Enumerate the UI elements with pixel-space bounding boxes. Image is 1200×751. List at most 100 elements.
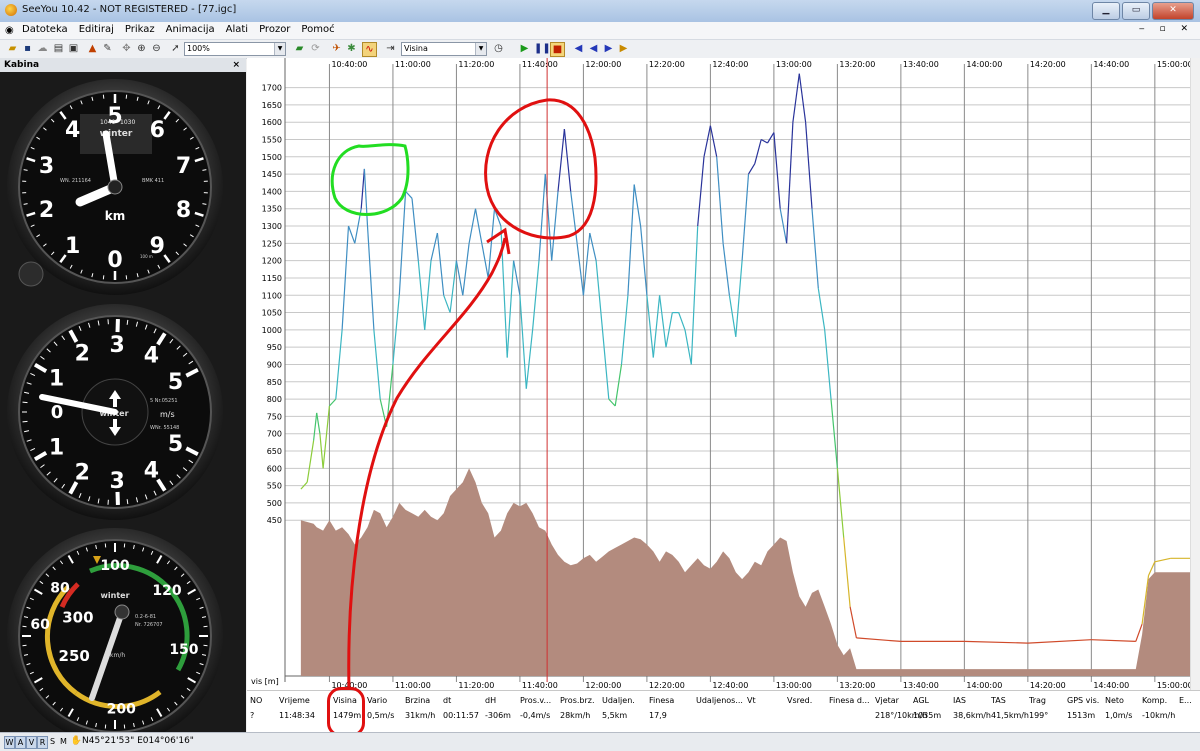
info-header[interactable]: TAS <box>991 696 1006 705</box>
cloud-icon[interactable]: ☁ <box>36 42 49 55</box>
x-tick-label-top: 10:40:00 <box>331 60 367 69</box>
x-tick-label-bottom: 12:40:00 <box>712 681 748 690</box>
altitude-segment <box>628 185 634 296</box>
menu-item-pomoć[interactable]: Pomoć <box>301 24 334 35</box>
maximize-button[interactable]: ▭ <box>1122 2 1150 20</box>
menu-item-animacija[interactable]: Animacija <box>166 24 215 35</box>
reload-icon[interactable]: ⟳ <box>309 42 322 55</box>
mdi-controls[interactable]: ‒ ▫ ✕ <box>1139 24 1194 34</box>
y-tick-label: 1000 <box>262 326 282 335</box>
step-back-icon[interactable]: ◀ <box>572 42 585 55</box>
altitude-segment <box>444 295 450 312</box>
vario-zero: 0 <box>51 402 64 423</box>
play-icon[interactable]: ▶ <box>518 42 531 55</box>
chevron-down-icon[interactable]: ▼ <box>274 43 285 55</box>
info-header[interactable]: Vjetar <box>875 696 899 705</box>
x-tick-label-bottom: 11:00:00 <box>395 681 431 690</box>
zoom-value: 100% <box>187 44 210 53</box>
open-file-icon[interactable]: ▰ <box>293 42 306 55</box>
pause-icon[interactable]: ❚❚ <box>534 42 547 55</box>
menu-item-alati[interactable]: Alati <box>226 24 248 35</box>
prev-icon[interactable]: ◀ <box>587 42 600 55</box>
info-header[interactable]: GPS vis. <box>1067 696 1099 705</box>
info-header[interactable]: Pros.v... <box>520 696 551 705</box>
mode-button-v[interactable]: V <box>26 736 37 749</box>
menu-item-prikaz[interactable]: Prikaz <box>125 24 155 35</box>
pan-icon[interactable]: ✥ <box>120 42 133 55</box>
glider-icon[interactable]: ✈ <box>330 42 343 55</box>
settings-icon[interactable]: ✱ <box>345 42 358 55</box>
parameter-combo[interactable]: Visina ▼ <box>401 42 487 56</box>
y-tick-label: 1700 <box>262 84 282 93</box>
status-bar: WAVRSM ✋ N45°21'53" E014°06'16" <box>0 732 1200 751</box>
print-icon[interactable]: ▤ <box>52 42 65 55</box>
mode-button-m[interactable]: M <box>59 736 68 747</box>
info-header[interactable]: dt <box>443 696 451 705</box>
clock-icon[interactable]: ◷ <box>492 42 505 55</box>
info-header[interactable]: Finesa d... <box>829 696 870 705</box>
barogram-chart-area[interactable]: 4505005506006507007508008509009501000105… <box>247 58 1200 732</box>
info-header[interactable]: Neto <box>1105 696 1124 705</box>
barogram-chart[interactable]: 4505005506006507007508008509009501000105… <box>247 58 1191 690</box>
parameter-icon[interactable]: ⇥ <box>384 42 397 55</box>
x-tick-label-top: 12:20:00 <box>649 60 685 69</box>
zoom-out-icon[interactable]: ⊖ <box>150 42 163 55</box>
document-icon[interactable]: ◉ <box>5 25 14 36</box>
vario-label: 4 <box>144 344 159 369</box>
info-header[interactable]: Pros.brz. <box>560 696 595 705</box>
altitude-segment <box>1136 624 1142 641</box>
info-header[interactable]: Brzina <box>405 696 430 705</box>
info-header[interactable]: Vt <box>747 696 756 705</box>
print-preview-icon[interactable]: ▣ <box>67 42 80 55</box>
stop-icon[interactable]: ■ <box>550 42 565 57</box>
next-icon[interactable]: ▶ <box>602 42 615 55</box>
info-header[interactable]: NO <box>250 696 262 705</box>
info-header[interactable]: Vsred. <box>787 696 812 705</box>
info-header[interactable]: Vrijeme <box>279 696 310 705</box>
step-forward-icon[interactable]: ▶ <box>617 42 630 55</box>
info-header[interactable]: dH <box>485 696 496 705</box>
minimize-button[interactable]: ▁ <box>1092 2 1120 20</box>
y-tick-label: 1250 <box>262 239 282 248</box>
waypoint-icon[interactable]: ▲ <box>86 42 99 55</box>
vario-gauge: 1122334455 winter 5 Nr.05251 m/s WNr. 55… <box>7 304 223 520</box>
zoom-in-icon[interactable]: ⊕ <box>135 42 148 55</box>
altitude-segment <box>710 126 716 157</box>
info-header[interactable]: Vario <box>367 696 387 705</box>
mode-button-r[interactable]: R <box>37 736 48 749</box>
x-tick-label-top: 14:00:00 <box>966 60 1002 69</box>
info-header[interactable]: Finesa <box>649 696 674 705</box>
altitude-segment <box>844 538 850 607</box>
info-header[interactable]: Udaljen. <box>602 696 635 705</box>
zoom-combo[interactable]: 100% ▼ <box>184 42 286 56</box>
barogram-icon[interactable]: ∿ <box>362 42 377 57</box>
info-header[interactable]: E... <box>1179 696 1192 705</box>
panel-close-icon[interactable]: × <box>232 58 240 72</box>
info-header[interactable]: Visina <box>333 696 357 705</box>
airspeed-label: 100 <box>100 558 129 574</box>
info-header[interactable]: Trag <box>1029 696 1046 705</box>
mode-button-a[interactable]: A <box>15 736 26 749</box>
altitude-segment <box>539 174 545 261</box>
save-icon[interactable]: ▪ <box>21 42 34 55</box>
y-tick-label: 1150 <box>262 274 282 283</box>
info-header[interactable]: AGL <box>913 696 929 705</box>
info-header[interactable]: Komp. <box>1142 696 1167 705</box>
altitude-segment <box>736 261 742 337</box>
altitude-segment <box>526 330 532 389</box>
help-pointer-icon[interactable]: ➚ <box>169 42 182 55</box>
menu-item-prozor[interactable]: Prozor <box>259 24 290 35</box>
close-button[interactable]: ✕ <box>1152 2 1194 20</box>
window-controls: ▁ ▭ ✕ <box>1092 2 1194 19</box>
menu-item-datoteka[interactable]: Datoteka <box>22 24 68 35</box>
info-header[interactable]: IAS <box>953 696 966 705</box>
chevron-down-icon[interactable]: ▼ <box>475 43 486 55</box>
vertical-scrollbar[interactable] <box>1190 58 1200 690</box>
mode-button-s[interactable]: S <box>48 736 57 747</box>
open-folder-icon[interactable]: ▰ <box>6 42 19 55</box>
menu-item-editiraj[interactable]: Editiraj <box>79 24 114 35</box>
vario-label: 3 <box>109 333 124 358</box>
mode-button-w[interactable]: W <box>4 736 15 749</box>
info-header[interactable]: Udaljenos... <box>696 696 743 705</box>
task-icon[interactable]: ✎ <box>101 42 114 55</box>
